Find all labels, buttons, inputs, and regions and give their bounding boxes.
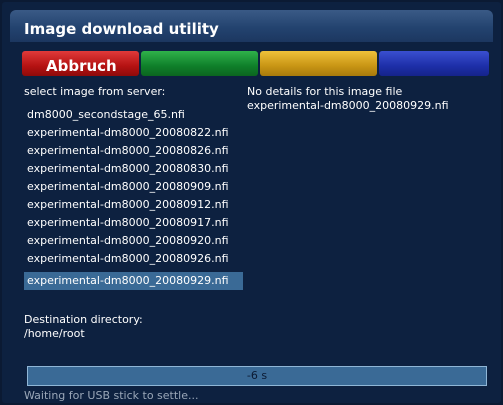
progress-bar: -6 s	[27, 366, 487, 386]
list-item[interactable]: experimental-dm8000_20080822.nfi	[24, 124, 243, 142]
status-text: Waiting for USB stick to settle...	[24, 389, 199, 402]
details-line-1: No details for this image file	[247, 85, 403, 98]
list-item[interactable]: experimental-dm8000_20080926.nfi	[24, 250, 243, 268]
list-item-selected[interactable]: experimental-dm8000_20080929.nfi	[24, 272, 243, 290]
red-button-label: Abbruch	[46, 57, 117, 75]
list-item[interactable]: experimental-dm8000_20080909.nfi	[24, 178, 243, 196]
window-title: Image download utility	[24, 20, 219, 38]
green-button[interactable]	[141, 51, 258, 76]
list-item[interactable]: experimental-dm8000_20080830.nfi	[24, 160, 243, 178]
list-item[interactable]: experimental-dm8000_20080920.nfi	[24, 232, 243, 250]
yellow-button[interactable]	[260, 51, 377, 76]
details-line-2: experimental-dm8000_20080929.nfi	[247, 99, 449, 112]
blue-button[interactable]	[379, 51, 489, 76]
list-item[interactable]: dm8000_secondstage_65.nfi	[24, 106, 243, 124]
list-item[interactable]: experimental-dm8000_20080826.nfi	[24, 142, 243, 160]
list-item[interactable]: experimental-dm8000_20080912.nfi	[24, 196, 243, 214]
progress-text: -6 s	[246, 369, 268, 382]
list-header: select image from server:	[24, 85, 166, 98]
destination-path: /home/root	[24, 327, 85, 340]
list-item[interactable]: experimental-dm8000_20080917.nfi	[24, 214, 243, 232]
destination-label: Destination directory:	[24, 313, 143, 326]
